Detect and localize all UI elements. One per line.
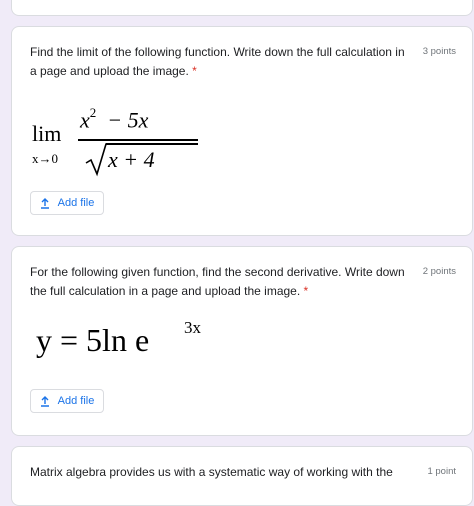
question-card-matrix: Matrix algebra provides us with a system… (11, 446, 473, 506)
points-label: 1 point (427, 466, 456, 477)
add-file-button[interactable]: Add file (30, 389, 104, 413)
previous-question-card (11, 0, 473, 16)
derivative-expression: y = 5ln e 3x (36, 318, 236, 372)
add-file-label: Add file (57, 395, 95, 407)
question-text: Find the limit of the following function… (30, 43, 410, 81)
add-file-label: Add file (57, 197, 95, 209)
question-text: For the following given function, find t… (30, 263, 410, 301)
question-text: Matrix algebra provides us with a system… (30, 465, 393, 479)
question-label: For the following given function, find t… (30, 265, 405, 298)
question-card-limit: Find the limit of the following function… (11, 26, 473, 236)
points-label: 3 points (422, 46, 456, 57)
add-file-button[interactable]: Add file (30, 191, 104, 215)
radicand: x + 4 (108, 147, 155, 172)
equation-exponent: 3x (184, 318, 201, 337)
fraction-numerator: x2 − 5x (80, 105, 149, 133)
question-label: Find the limit of the following function… (30, 45, 405, 78)
upload-icon (40, 197, 50, 209)
required-asterisk: * (192, 64, 197, 78)
limit-expression: lim x→0 x2 − 5x x + 4 (32, 105, 212, 177)
points-label: 2 points (422, 266, 456, 277)
equation-body: y = 5ln e (36, 322, 150, 358)
fraction-denominator: x + 4 (84, 141, 204, 177)
upload-icon (40, 395, 50, 407)
required-asterisk: * (303, 284, 309, 298)
lim-subscript: x→0 (32, 151, 58, 166)
lim-operator: lim (32, 121, 62, 146)
